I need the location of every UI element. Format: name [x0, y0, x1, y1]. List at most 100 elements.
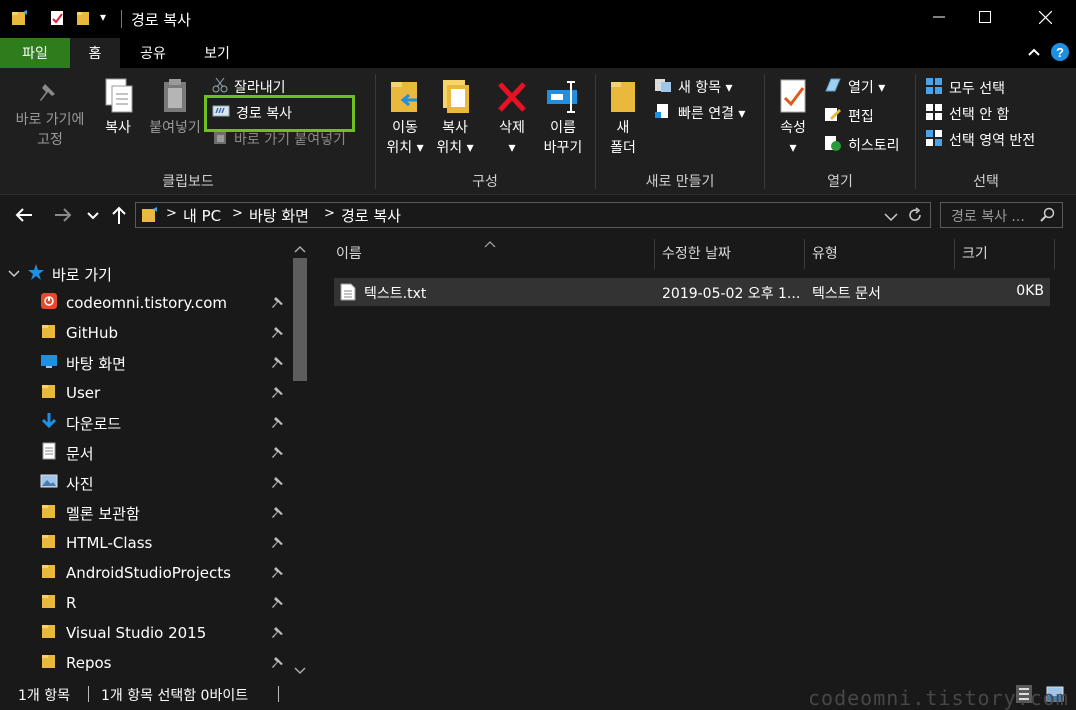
navigation-bar: > 내 PC > 바탕 화면 > 경로 복사 경로 복사 ...	[0, 195, 1076, 235]
pin-icon[interactable]	[272, 476, 284, 491]
column-divider[interactable]	[1054, 239, 1055, 269]
breadcrumb-desktop[interactable]: 바탕 화면	[249, 205, 309, 226]
new-item-label: 새 항목 ▾	[678, 80, 733, 96]
edit-button[interactable]: 편집	[824, 106, 874, 126]
pin-icon[interactable]	[272, 446, 284, 461]
pin-quick-access-button[interactable]: 바로 가기에 고정	[6, 80, 94, 150]
refresh-icon[interactable]	[906, 206, 924, 228]
invert-selection-button[interactable]: 선택 영역 반전	[925, 129, 1035, 151]
sidebar-item[interactable]: Repos	[40, 648, 112, 678]
edit-label: 편집	[848, 109, 874, 125]
minimize-icon	[933, 11, 945, 27]
column-divider[interactable]	[654, 239, 655, 269]
paste-shortcut-button[interactable]: 바로 가기 붙여넣기	[212, 129, 346, 149]
sidebar-item[interactable]: R	[40, 588, 76, 618]
sidebar-item[interactable]: 멜론 보관함	[40, 498, 140, 528]
new-item-button[interactable]: 새 항목 ▾	[654, 77, 733, 97]
table-row[interactable]: 텍스트.txt 2019-05-02 오후 1... 텍스트 문서 0KB	[334, 278, 1050, 306]
column-type[interactable]: 유형	[812, 235, 838, 270]
history-button[interactable]: 히스토리	[824, 135, 900, 155]
tab-share[interactable]: 공유	[120, 38, 186, 68]
collapse-ribbon-icon[interactable]	[1026, 44, 1042, 64]
new-folder-large-icon	[602, 76, 644, 118]
pin-icon[interactable]	[272, 326, 284, 341]
open-button[interactable]: 열기 ▾	[824, 77, 885, 97]
move-to-button[interactable]: 이동 위치 ▾	[382, 76, 428, 158]
expand-chevron-icon[interactable]	[8, 265, 20, 283]
breadcrumb-current[interactable]: 경로 복사	[341, 205, 401, 226]
sidebar-item[interactable]: AndroidStudioProjects	[40, 558, 231, 588]
new-folder-icon[interactable]	[75, 9, 93, 31]
pin-icon[interactable]	[272, 356, 284, 371]
tab-view[interactable]: 보기	[186, 38, 248, 68]
properties-button[interactable]: 속성 ▾	[772, 76, 814, 158]
help-icon[interactable]: ?	[1050, 42, 1070, 66]
recent-locations-chevron-icon[interactable]	[87, 209, 99, 225]
folder-icon	[40, 652, 58, 674]
nav-scroll-thumb[interactable]	[293, 258, 307, 381]
pin-icon[interactable]	[272, 506, 284, 521]
sidebar-item[interactable]: 바탕 화면	[40, 348, 126, 378]
delete-button[interactable]: 삭제 ▾	[490, 76, 534, 158]
column-modified[interactable]: 수정한 날짜	[662, 235, 731, 270]
pin-icon[interactable]	[272, 596, 284, 611]
sidebar-item[interactable]: Visual Studio 2015	[40, 618, 206, 648]
sidebar-item[interactable]: HTML-Class	[40, 528, 152, 558]
folder-icon	[40, 502, 58, 524]
close-button[interactable]	[1022, 0, 1068, 38]
status-divider	[88, 686, 89, 702]
sidebar-item[interactable]: User	[40, 378, 100, 408]
folder-icon	[40, 382, 58, 404]
pin-icon[interactable]	[272, 536, 284, 551]
pin-icon[interactable]	[272, 296, 284, 311]
copy-button[interactable]: 복사	[96, 76, 140, 138]
folder-icon	[40, 322, 58, 344]
sidebar-item-label: HTML-Class	[66, 534, 153, 552]
sidebar-item[interactable]: codeomni.tistory.com	[40, 288, 227, 318]
rename-button[interactable]: 이름 바꾸기	[538, 76, 588, 158]
column-size[interactable]: 크기	[962, 235, 988, 270]
copy-path-highlight	[204, 95, 355, 132]
easy-access-button[interactable]: 빠른 연결 ▾	[654, 103, 745, 123]
new-folder-button[interactable]: 새 폴더	[602, 76, 644, 158]
sidebar-item[interactable]: 다운로드	[40, 408, 121, 438]
history-label: 히스토리	[848, 138, 900, 154]
address-dropdown-icon[interactable]	[884, 210, 898, 226]
maximize-button[interactable]	[962, 0, 1008, 38]
customize-dropdown-icon[interactable]: ▾	[100, 10, 106, 24]
tab-home[interactable]: 홈	[70, 38, 120, 68]
select-all-button[interactable]: 모두 선택	[925, 77, 1005, 99]
column-divider[interactable]	[954, 239, 955, 269]
address-bar[interactable]: > 내 PC > 바탕 화면 > 경로 복사	[135, 202, 931, 228]
search-input[interactable]: 경로 복사 ...	[940, 202, 1063, 228]
column-divider[interactable]	[804, 239, 805, 269]
folder-pin-icon[interactable]	[10, 9, 28, 31]
tab-file[interactable]: 파일	[0, 38, 70, 68]
properties-icon[interactable]	[48, 9, 66, 31]
pin-icon	[6, 80, 94, 110]
scroll-down-icon[interactable]	[294, 663, 306, 679]
up-arrow-icon[interactable]	[110, 205, 128, 229]
minimize-button[interactable]	[916, 0, 962, 38]
pin-icon[interactable]	[272, 566, 284, 581]
paste-button[interactable]: 붙여넣기	[142, 76, 208, 138]
forward-arrow-icon[interactable]	[53, 206, 73, 228]
back-arrow-icon[interactable]	[14, 206, 34, 228]
sidebar-item[interactable]: 문서	[40, 438, 94, 468]
breadcrumb-my-pc[interactable]: 내 PC	[183, 205, 221, 226]
sidebar-item-label: 바탕 화면	[66, 354, 126, 373]
column-name[interactable]: 이름	[336, 235, 362, 270]
cut-button[interactable]: 잘라내기	[212, 77, 286, 97]
paste-label: 붙여넣기	[149, 120, 201, 136]
sidebar-item[interactable]: GitHub	[40, 318, 118, 348]
quick-access-header[interactable]: 바로 가기	[8, 259, 112, 289]
copy-to-button[interactable]: 복사 위치 ▾	[432, 76, 478, 158]
folder-icon	[140, 206, 158, 228]
select-none-button[interactable]: 선택 안 함	[925, 103, 1009, 125]
pin-icon[interactable]	[272, 656, 284, 671]
pin-icon[interactable]	[272, 416, 284, 431]
pin-icon[interactable]	[272, 626, 284, 641]
sidebar-item[interactable]: 사진	[40, 468, 94, 498]
pin-icon[interactable]	[272, 386, 284, 401]
scroll-up-icon[interactable]	[294, 241, 306, 257]
